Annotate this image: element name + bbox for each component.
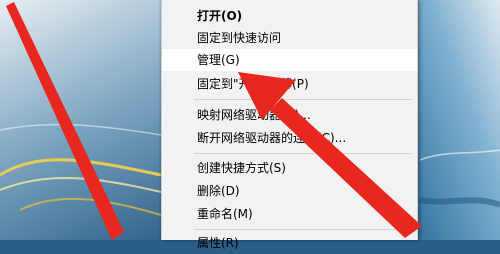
menu-separator: [194, 153, 411, 154]
menu-separator: [194, 229, 411, 230]
menu-item-disconnect-network-drive[interactable]: 断开网络驱动器的连接(C)...: [162, 127, 417, 149]
menu-separator: [194, 99, 411, 100]
menu-item-pin-start[interactable]: 固定到"开始"屏幕(P): [162, 73, 417, 95]
menu-item-manage[interactable]: 管理(G): [162, 49, 417, 71]
context-menu: 打开(O) 固定到快速访问 管理(G) 固定到"开始"屏幕(P) 映射网络驱动器…: [161, 0, 418, 250]
menu-item-create-shortcut[interactable]: 创建快捷方式(S): [162, 157, 417, 179]
menu-item-delete[interactable]: 删除(D): [162, 180, 417, 202]
menu-item-rename[interactable]: 重命名(M): [162, 203, 417, 225]
menu-item-properties[interactable]: 属性(R): [162, 232, 417, 254]
menu-item-open[interactable]: 打开(O): [162, 5, 417, 27]
menu-item-map-network-drive[interactable]: 映射网络驱动器(N)...: [162, 104, 417, 126]
menu-item-pin-quick-access[interactable]: 固定到快速访问: [162, 27, 417, 49]
